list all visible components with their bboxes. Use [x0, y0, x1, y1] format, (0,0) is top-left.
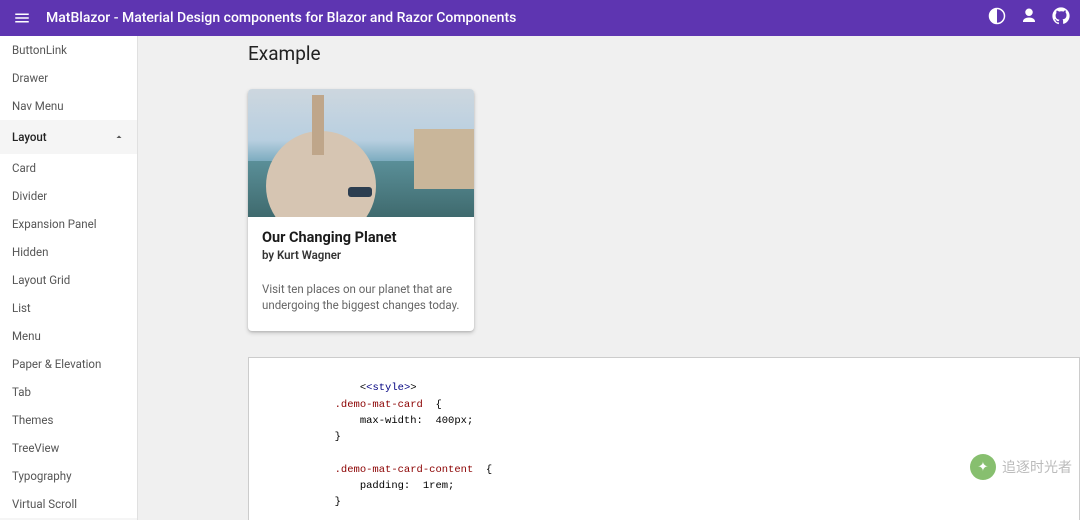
sidebar: ButtonLink Drawer Nav Menu Layout Card D… [0, 36, 138, 520]
github-icon[interactable] [1052, 7, 1070, 29]
sidebar-item[interactable]: Expansion Panel [0, 210, 137, 238]
card-subtitle: by Kurt Wagner [262, 248, 460, 262]
chevron-up-icon [113, 131, 125, 143]
card-supporting-text: Visit ten places on our planet that are … [248, 268, 474, 331]
sidebar-item[interactable]: Paper & Elevation [0, 350, 137, 378]
account-icon[interactable] [1020, 7, 1038, 29]
sidebar-item[interactable]: Nav Menu [0, 92, 137, 120]
sidebar-item[interactable]: Virtual Scroll [0, 490, 137, 518]
sidebar-item[interactable]: Card [0, 154, 137, 182]
app-title: MatBlazor - Material Design components f… [46, 10, 988, 26]
sidebar-item[interactable]: Layout Grid [0, 266, 137, 294]
sidebar-item[interactable]: Typography [0, 462, 137, 490]
sidebar-section-label: Layout [12, 130, 47, 144]
card-title: Our Changing Planet [262, 229, 460, 246]
demo-card: Our Changing Planet by Kurt Wagner Visit… [248, 89, 474, 331]
sidebar-item[interactable]: ButtonLink [0, 36, 137, 64]
sidebar-item[interactable]: Tab [0, 378, 137, 406]
sidebar-item[interactable]: TreeView [0, 434, 137, 462]
sidebar-item[interactable]: Hidden [0, 238, 137, 266]
sidebar-item[interactable]: Drawer [0, 64, 137, 92]
code-example[interactable]: <<style>> .demo-mat-card { max-width: 40… [248, 357, 1080, 520]
app-bar: MatBlazor - Material Design components f… [0, 0, 1080, 36]
example-heading: Example [248, 42, 1080, 65]
sidebar-item[interactable]: Themes [0, 406, 137, 434]
sidebar-section-layout[interactable]: Layout [0, 120, 137, 154]
sidebar-item[interactable]: Menu [0, 322, 137, 350]
sidebar-item[interactable]: List [0, 294, 137, 322]
main-content: Example Our Changing Planet by Kurt Wagn… [138, 36, 1080, 520]
card-media-image [248, 89, 474, 217]
sidebar-item[interactable]: Divider [0, 182, 137, 210]
theme-toggle-icon[interactable] [988, 7, 1006, 29]
menu-icon[interactable] [10, 6, 34, 30]
